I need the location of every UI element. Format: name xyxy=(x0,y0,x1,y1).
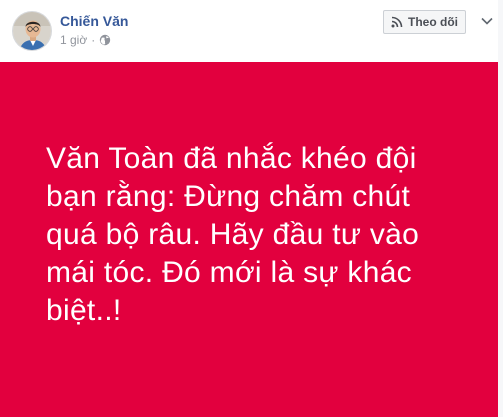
follow-button[interactable]: Theo dõi xyxy=(383,10,466,34)
rss-icon xyxy=(391,16,403,28)
post-timestamp[interactable]: 1 giờ xyxy=(60,33,87,47)
globe-icon[interactable] xyxy=(99,34,111,46)
post-content-card[interactable]: Văn Toàn đã nhắc khéo đội bạn rằng: Đừng… xyxy=(0,62,502,417)
chevron-down-icon[interactable] xyxy=(477,11,497,31)
meta-separator: · xyxy=(91,33,96,47)
author-name[interactable]: Chiến Văn xyxy=(60,13,128,29)
post-meta: 1 giờ · xyxy=(60,33,111,47)
follow-button-label: Theo dõi xyxy=(408,15,458,29)
post-content-text: Văn Toàn đã nhắc khéo đội bạn rằng: Đừng… xyxy=(46,141,420,327)
avatar-photo xyxy=(13,12,51,50)
scrollbar-track[interactable] xyxy=(498,0,503,417)
post-header: Chiến Văn 1 giờ · Theo dõi xyxy=(0,0,503,62)
author-avatar[interactable] xyxy=(12,11,52,51)
facebook-post: Chiến Văn 1 giờ · Theo dõi Văn Toàn đã n… xyxy=(0,0,503,417)
